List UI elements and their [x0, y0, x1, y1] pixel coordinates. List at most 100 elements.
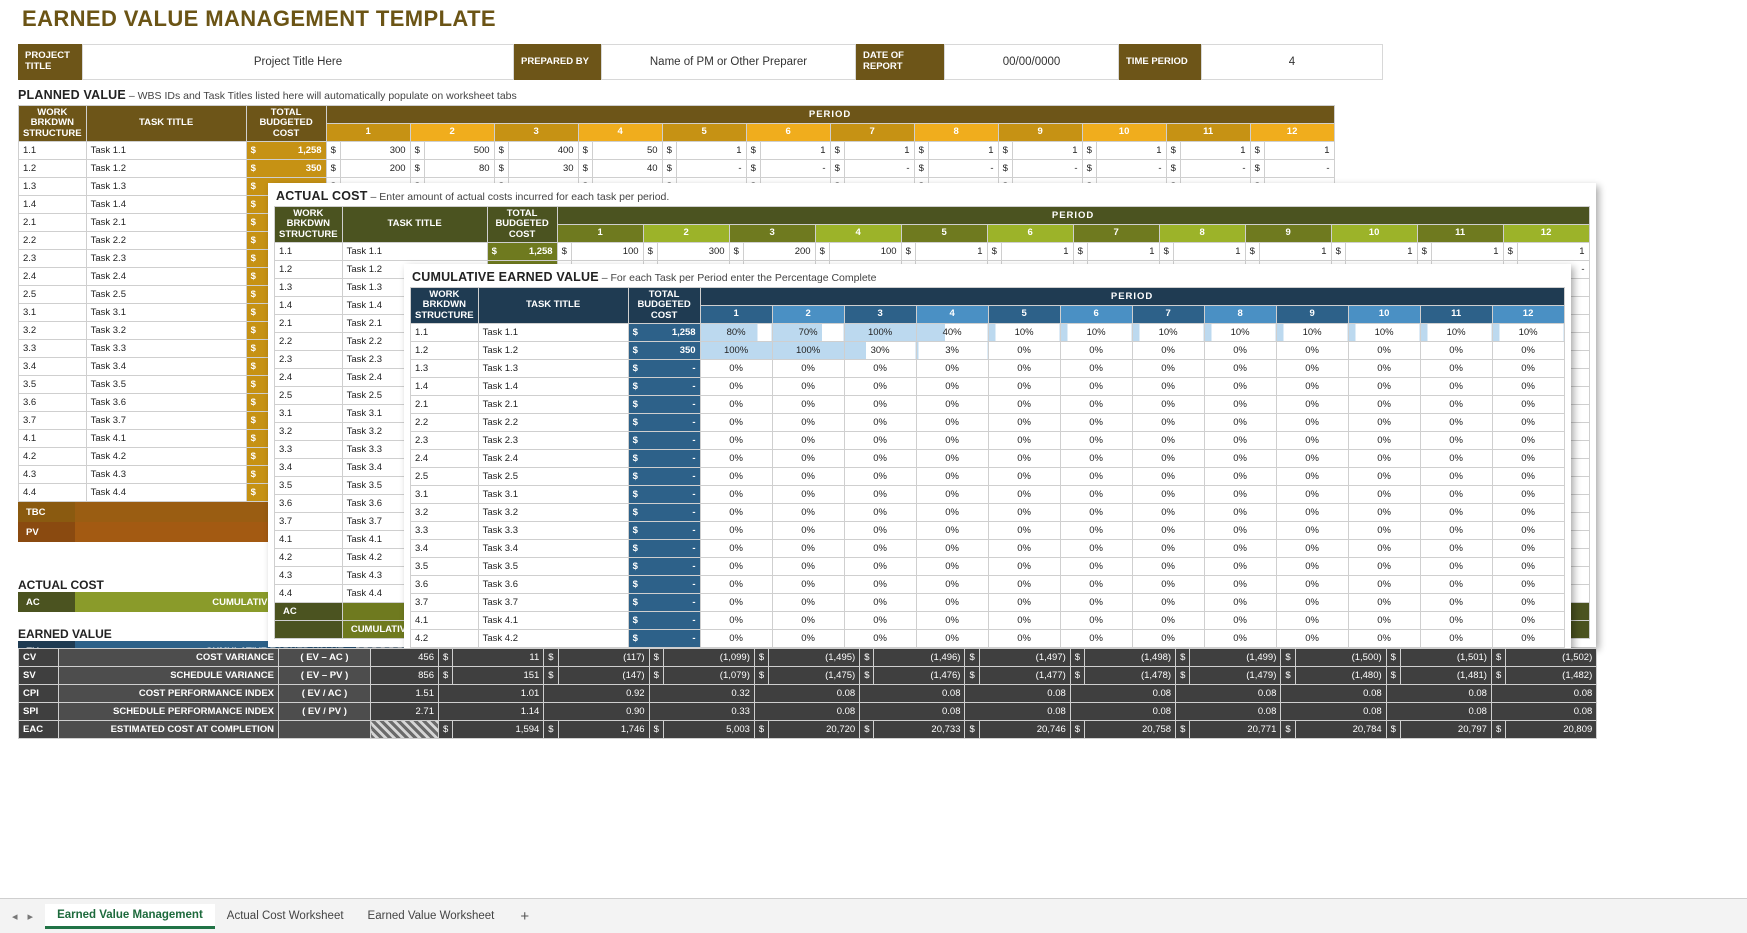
cell-wbs[interactable]: 2.2: [275, 333, 343, 351]
cell-wbs[interactable]: 2.2: [411, 414, 479, 432]
cell-period-3[interactable]: 0%: [844, 576, 916, 594]
cell-period-12[interactable]: 1: [1264, 142, 1334, 160]
cell-wbs[interactable]: 4.2: [275, 549, 343, 567]
cell-period-10[interactable]: 0%: [1348, 396, 1420, 414]
sheet-tab-2[interactable]: Earned Value Worksheet: [356, 905, 507, 927]
cell-period-2[interactable]: 0%: [772, 414, 844, 432]
cell-total-budgeted-cost[interactable]: $-: [628, 378, 700, 396]
cell-period-2[interactable]: 70%: [772, 324, 844, 342]
cell-task-title[interactable]: Task 3.1: [86, 304, 246, 322]
cell-task-title[interactable]: Task 1.3: [86, 178, 246, 196]
cell-wbs[interactable]: 1.3: [411, 360, 479, 378]
cell-period-1[interactable]: 0%: [700, 396, 772, 414]
cell-period-2[interactable]: 0%: [772, 432, 844, 450]
cell-task-title[interactable]: Task 2.1: [86, 214, 246, 232]
cell-task-title[interactable]: Task 4.2: [86, 448, 246, 466]
cell-period-5[interactable]: 0%: [988, 504, 1060, 522]
cell-period-3[interactable]: 0%: [844, 594, 916, 612]
cell-period-9[interactable]: 0%: [1276, 540, 1348, 558]
cell-period-1[interactable]: 0%: [700, 522, 772, 540]
cell-period-7[interactable]: 0%: [1132, 342, 1204, 360]
cell-wbs[interactable]: 2.4: [19, 268, 87, 286]
cell-period-12[interactable]: 0%: [1492, 612, 1564, 630]
cell-period-6[interactable]: 0%: [1060, 432, 1132, 450]
cell-period-11[interactable]: 0%: [1420, 504, 1492, 522]
cell-total-budgeted-cost[interactable]: $1,258: [246, 142, 326, 160]
cell-period-2[interactable]: 0%: [772, 396, 844, 414]
table-row[interactable]: 4.1Task 4.1$-0%0%0%0%0%0%0%0%0%0%0%0%: [411, 612, 1565, 630]
cell-wbs[interactable]: 4.1: [275, 531, 343, 549]
cell-period-5[interactable]: 0%: [988, 432, 1060, 450]
cell-period-3[interactable]: 0%: [844, 396, 916, 414]
table-row[interactable]: 1.4Task 1.4$-0%0%0%0%0%0%0%0%0%0%0%0%: [411, 378, 1565, 396]
cell-task-title[interactable]: Task 2.2: [478, 414, 628, 432]
cell-period-10[interactable]: 0%: [1348, 468, 1420, 486]
cell-wbs[interactable]: 3.7: [19, 412, 87, 430]
cell-period-2[interactable]: 0%: [772, 378, 844, 396]
cell-period-4[interactable]: 0%: [916, 522, 988, 540]
cell-period-7[interactable]: 0%: [1132, 360, 1204, 378]
cell-period-11[interactable]: 0%: [1420, 414, 1492, 432]
cell-period-5[interactable]: 0%: [988, 342, 1060, 360]
cell-period-2[interactable]: 0%: [772, 576, 844, 594]
cell-period-12[interactable]: -: [1264, 160, 1334, 178]
cell-period-8[interactable]: 0%: [1204, 504, 1276, 522]
cell-task-title[interactable]: Task 3.2: [478, 504, 628, 522]
table-row[interactable]: 3.4Task 3.4$-0%0%0%0%0%0%0%0%0%0%0%0%: [411, 540, 1565, 558]
cell-wbs[interactable]: 1.2: [275, 261, 343, 279]
cell-wbs[interactable]: 3.7: [411, 594, 479, 612]
cell-period-12[interactable]: 0%: [1492, 468, 1564, 486]
cell-period-11[interactable]: 0%: [1420, 630, 1492, 648]
cell-period-5[interactable]: 0%: [988, 522, 1060, 540]
cell-period-12[interactable]: 0%: [1492, 558, 1564, 576]
cell-period-8[interactable]: 0%: [1204, 558, 1276, 576]
cell-wbs[interactable]: 3.6: [275, 495, 343, 513]
cell-period-10[interactable]: 0%: [1348, 630, 1420, 648]
table-row[interactable]: 1.1Task 1.1$1,258$100$300$200$100$1$1$1$…: [275, 243, 1590, 261]
cell-wbs[interactable]: 3.4: [19, 358, 87, 376]
cell-period-2[interactable]: 0%: [772, 486, 844, 504]
cell-period-10[interactable]: 0%: [1348, 594, 1420, 612]
cell-period-4[interactable]: 40%: [916, 324, 988, 342]
table-row[interactable]: 2.2Task 2.2$-0%0%0%0%0%0%0%0%0%0%0%0%: [411, 414, 1565, 432]
table-row[interactable]: 1.2Task 1.2$350100%100%30%3%0%0%0%0%0%0%…: [411, 342, 1565, 360]
cell-period-8[interactable]: 0%: [1204, 486, 1276, 504]
cell-wbs[interactable]: 2.4: [411, 450, 479, 468]
cell-period-5[interactable]: 0%: [988, 594, 1060, 612]
cell-period-3[interactable]: 0%: [844, 612, 916, 630]
cell-wbs[interactable]: 2.3: [19, 250, 87, 268]
cell-period-4[interactable]: 0%: [916, 450, 988, 468]
cell-total-budgeted-cost[interactable]: $-: [628, 432, 700, 450]
cell-task-title[interactable]: Task 4.1: [478, 612, 628, 630]
sheet-tab-0[interactable]: Earned Value Management: [45, 904, 215, 929]
cell-period-4[interactable]: 3%: [916, 342, 988, 360]
cell-period-6[interactable]: -: [760, 160, 830, 178]
cell-task-title[interactable]: Task 2.3: [86, 250, 246, 268]
cell-period-12[interactable]: 0%: [1492, 576, 1564, 594]
cell-period-8[interactable]: -: [928, 160, 998, 178]
cell-period-10[interactable]: 0%: [1348, 414, 1420, 432]
cell-period-8[interactable]: 0%: [1204, 378, 1276, 396]
cell-period-11[interactable]: 0%: [1420, 396, 1492, 414]
cell-wbs[interactable]: 3.2: [411, 504, 479, 522]
cell-period-5[interactable]: 0%: [988, 576, 1060, 594]
cell-period-11[interactable]: 0%: [1420, 540, 1492, 558]
cell-period-7[interactable]: 0%: [1132, 468, 1204, 486]
cell-period-2[interactable]: 0%: [772, 612, 844, 630]
cell-period-3[interactable]: 0%: [844, 540, 916, 558]
cell-period-9[interactable]: 0%: [1276, 504, 1348, 522]
cell-period-3[interactable]: 0%: [844, 630, 916, 648]
cell-period-8[interactable]: 0%: [1204, 522, 1276, 540]
cell-wbs[interactable]: 3.2: [19, 322, 87, 340]
cell-period-11[interactable]: 10%: [1420, 324, 1492, 342]
cell-period-7[interactable]: 10%: [1132, 324, 1204, 342]
cell-period-6[interactable]: 1: [1001, 243, 1073, 261]
cell-period-4[interactable]: 0%: [916, 594, 988, 612]
cell-period-3[interactable]: 0%: [844, 378, 916, 396]
cell-period-1[interactable]: 0%: [700, 360, 772, 378]
cell-period-4[interactable]: 50: [592, 142, 662, 160]
cell-task-title[interactable]: Task 1.1: [478, 324, 628, 342]
cell-period-9[interactable]: -: [1012, 160, 1082, 178]
cell-period-12[interactable]: 0%: [1492, 594, 1564, 612]
cell-total-budgeted-cost[interactable]: $1,258: [487, 243, 557, 261]
